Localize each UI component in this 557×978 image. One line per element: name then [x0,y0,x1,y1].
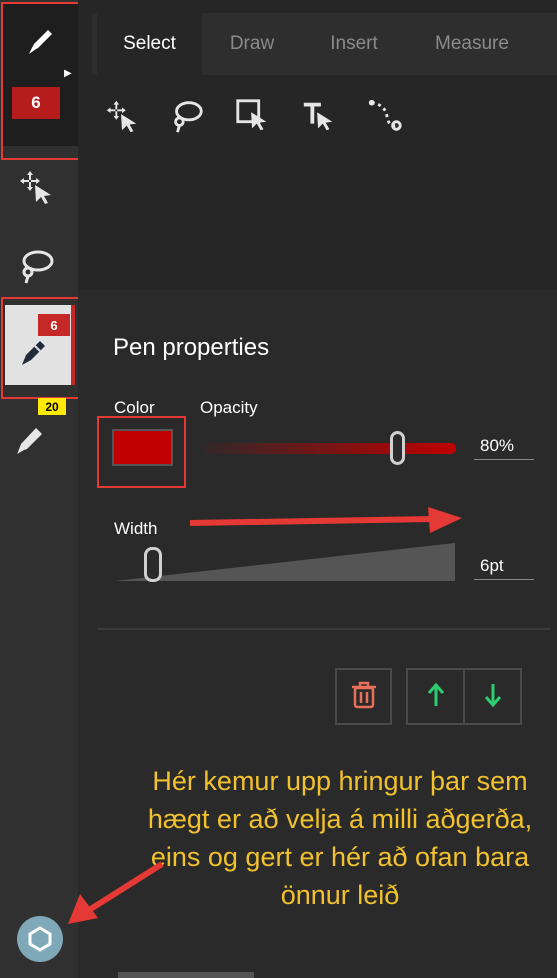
delete-button[interactable] [335,668,392,725]
lasso-select-icon[interactable] [14,243,58,287]
tab-select[interactable]: Select [97,13,202,75]
width-slider-track[interactable] [115,543,460,583]
tab-draw[interactable]: Draw [203,13,301,75]
move-up-button[interactable] [406,668,465,725]
scrollbar[interactable] [118,972,254,978]
path-select-icon[interactable] [366,97,404,139]
move-select-icon[interactable] [103,97,141,139]
hexagon-menu-icon[interactable] [17,916,63,962]
highlight-box-pen [1,297,88,399]
highlighter-size-badge: 20 [38,398,66,415]
move-down-button[interactable] [463,668,522,725]
opacity-value[interactable]: 80% [474,436,534,460]
move-select-icon[interactable] [14,165,58,209]
arrow-down-icon [483,682,503,712]
rect-select-icon[interactable] [234,97,272,139]
annotation-text: Hér kemur upp hringur þar sem hægt er að… [147,766,533,910]
highlight-box-color [97,416,186,488]
tab-measure[interactable]: Measure [407,13,537,75]
divider [97,628,551,630]
annotation-arrow-down-left [68,861,164,924]
opacity-label: Opacity [200,398,258,417]
width-label: Width [114,519,158,538]
panel-title: Pen properties [113,334,270,361]
trash-icon [351,681,377,713]
annotation-arrow-right [189,507,462,533]
width-value[interactable]: 6pt [474,556,534,580]
lasso-select-icon[interactable] [168,97,206,139]
text-select-icon[interactable] [300,97,338,139]
highlighter-icon[interactable] [10,418,50,458]
width-slider-thumb[interactable] [144,547,162,582]
opacity-slider-thumb[interactable] [390,431,406,465]
opacity-slider-track[interactable] [203,443,456,454]
tab-insert[interactable]: Insert [303,13,405,75]
color-label: Color [114,398,155,417]
arrow-up-icon [426,682,446,712]
